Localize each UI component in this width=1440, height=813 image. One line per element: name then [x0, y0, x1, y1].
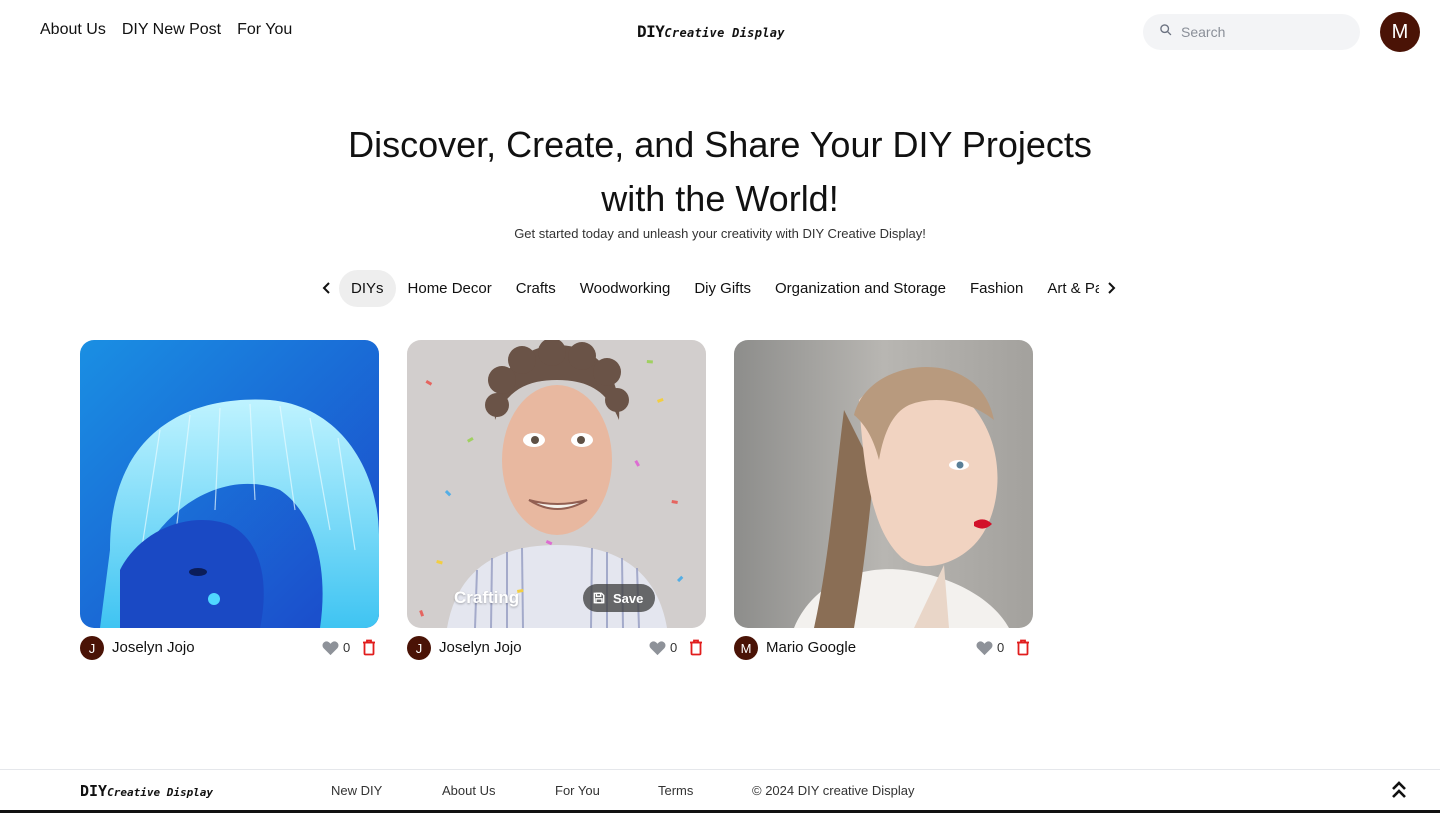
main-nav: About Us DIY New Post For You	[40, 21, 292, 39]
search-box[interactable]	[1143, 14, 1360, 50]
post-category-label: Crafting	[454, 588, 520, 607]
page-subtitle: Get started today and unleash your creat…	[514, 226, 926, 241]
logo-diy: DIY	[637, 22, 665, 41]
category-prev-button[interactable]	[315, 276, 339, 300]
nav-about-us[interactable]: About Us	[40, 21, 106, 39]
post-image[interactable]: Crafting Save	[407, 340, 706, 628]
nav-for-you[interactable]: For You	[237, 21, 292, 39]
trash-icon[interactable]	[362, 639, 376, 656]
category-fashion[interactable]: Fashion	[958, 270, 1035, 307]
category-organization-storage[interactable]: Organization and Storage	[763, 270, 958, 307]
save-button[interactable]: Save	[583, 584, 656, 612]
like-count: 0	[343, 640, 351, 655]
user-avatar[interactable]: M	[1380, 12, 1420, 52]
footer-link-about-us[interactable]: About Us	[442, 783, 495, 798]
page-title-line-2: with the World!	[601, 178, 839, 219]
logo-creative-display: Creative Display	[664, 26, 785, 40]
trash-icon[interactable]	[1016, 639, 1030, 656]
category-crafts[interactable]: Crafts	[504, 270, 568, 307]
footer-copyright: © 2024 DIY creative Display	[752, 783, 915, 798]
post-card[interactable]: J Joselyn Jojo 0	[80, 340, 379, 660]
category-art-painting[interactable]: Art & Painting	[1035, 270, 1099, 307]
category-diys[interactable]: DIYs	[339, 269, 396, 307]
author-avatar[interactable]: J	[407, 636, 431, 660]
site-logo[interactable]: DIY Creative Display	[637, 22, 785, 41]
top-header: About Us DIY New Post For You DIY Creati…	[0, 0, 1440, 64]
like-count: 0	[997, 640, 1005, 655]
category-list: DIYs Home Decor Crafts Woodworking Diy G…	[339, 269, 1099, 307]
author-name[interactable]: Joselyn Jojo	[439, 639, 522, 656]
heart-icon[interactable]	[976, 640, 993, 656]
trash-icon[interactable]	[689, 639, 703, 656]
post-card[interactable]: Crafting Save J Joselyn Jojo 0	[407, 340, 706, 660]
site-footer: DIY Creative Display New DIY About Us Fo…	[0, 769, 1440, 813]
footer-logo[interactable]: DIY Creative Display	[80, 782, 213, 800]
page-title: Discover, Create, and Share Your DIY Pro…	[0, 118, 1440, 226]
author-name[interactable]: Joselyn Jojo	[112, 639, 195, 656]
footer-logo-creative-display: Creative Display	[107, 786, 214, 799]
heart-icon[interactable]	[322, 640, 339, 656]
post-meta: J Joselyn Jojo 0	[407, 636, 706, 660]
category-woodworking[interactable]: Woodworking	[568, 270, 683, 307]
search-icon	[1159, 23, 1172, 41]
page-title-line-1: Discover, Create, and Share Your DIY Pro…	[348, 124, 1092, 165]
category-next-button[interactable]	[1099, 276, 1123, 300]
footer-link-new-diy[interactable]: New DIY	[331, 783, 382, 798]
category-diy-gifts[interactable]: Diy Gifts	[682, 270, 763, 307]
save-button-label: Save	[613, 590, 644, 606]
post-meta: M Mario Google 0	[734, 636, 1033, 660]
post-meta: J Joselyn Jojo 0	[80, 636, 379, 660]
author-avatar[interactable]: M	[734, 636, 758, 660]
image-hover-overlay	[407, 340, 706, 628]
post-image[interactable]	[80, 340, 379, 628]
author-avatar[interactable]: J	[80, 636, 104, 660]
footer-link-for-you[interactable]: For You	[555, 783, 600, 798]
category-home-decor[interactable]: Home Decor	[396, 270, 504, 307]
search-input[interactable]	[1181, 24, 1341, 40]
nav-diy-new-post[interactable]: DIY New Post	[122, 21, 221, 39]
save-icon	[593, 592, 605, 604]
footer-link-terms[interactable]: Terms	[658, 783, 693, 798]
double-chevron-up-icon[interactable]	[1391, 781, 1407, 799]
post-card[interactable]: M Mario Google 0	[734, 340, 1033, 660]
chevron-right-icon	[1108, 282, 1116, 294]
like-count: 0	[670, 640, 678, 655]
heart-icon[interactable]	[649, 640, 666, 656]
category-bar: DIYs Home Decor Crafts Woodworking Diy G…	[315, 268, 1123, 308]
chevron-left-icon	[322, 282, 330, 294]
post-image[interactable]	[734, 340, 1033, 628]
author-name[interactable]: Mario Google	[766, 639, 856, 656]
footer-logo-diy: DIY	[80, 782, 108, 800]
